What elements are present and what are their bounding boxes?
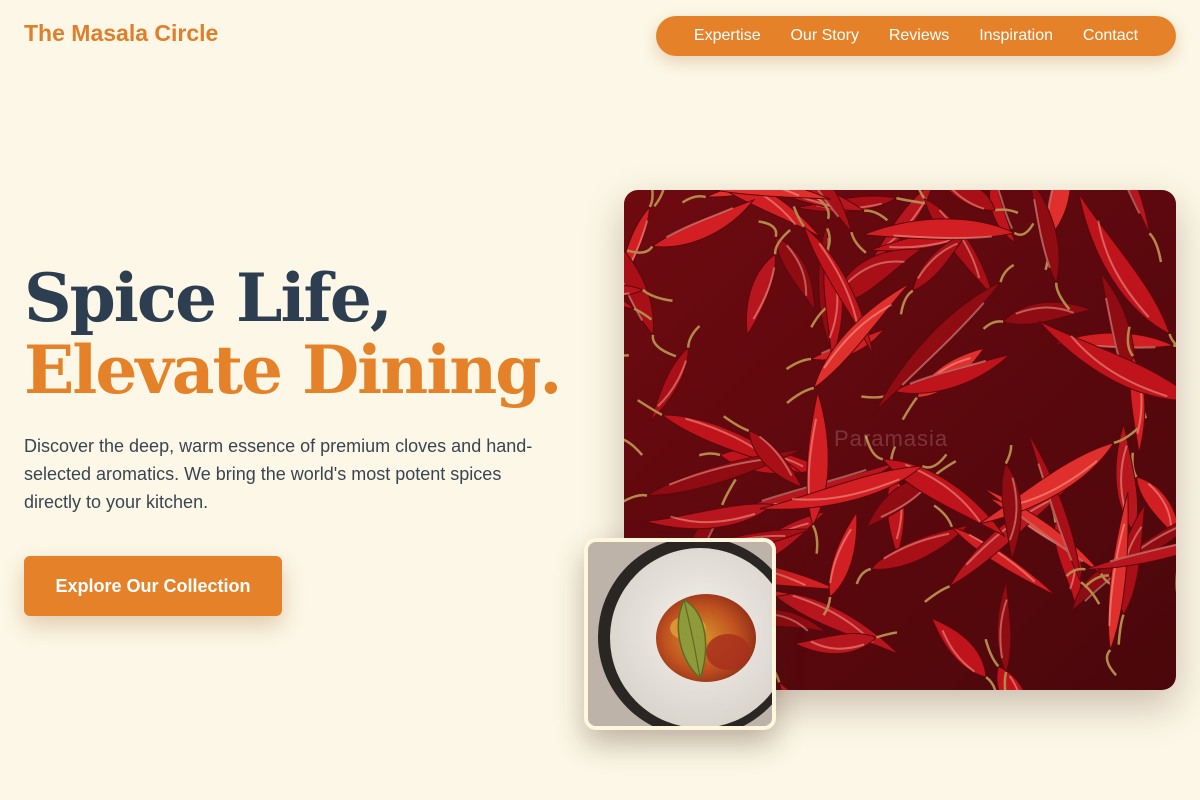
nav-item-contact[interactable]: Contact xyxy=(1083,27,1138,45)
explore-collection-button[interactable]: Explore Our Collection xyxy=(24,556,282,616)
hero-title-line-1: Spice Life, xyxy=(24,259,393,337)
brand-logo-link[interactable]: The Masala Circle xyxy=(24,20,218,47)
hero-title: Spice Life, Elevate Dining. xyxy=(24,259,562,409)
spice-bowl-photo xyxy=(584,538,776,730)
hero-title-line-2: Elevate Dining. xyxy=(24,331,562,409)
nav-item-our-story[interactable]: Our Story xyxy=(790,27,858,45)
nav-item-inspiration[interactable]: Inspiration xyxy=(979,27,1053,45)
photo-watermark: Paramasia xyxy=(834,426,949,451)
spice-bowl-illustration xyxy=(588,542,772,726)
hero-description: Discover the deep, warm essence of premi… xyxy=(24,436,533,512)
nav-item-expertise[interactable]: Expertise xyxy=(694,27,761,45)
main-nav: Expertise Our Story Reviews Inspiration … xyxy=(656,16,1176,56)
nav-item-reviews[interactable]: Reviews xyxy=(889,27,949,45)
